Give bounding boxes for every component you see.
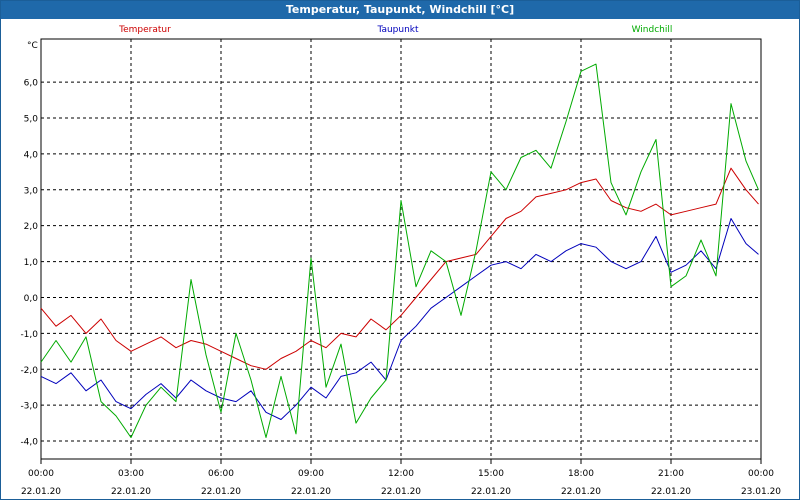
x-tick-date: 23.01.20 [741, 487, 781, 497]
y-tick-label: -1,0 [20, 330, 38, 340]
y-tick-label: 3,0 [24, 186, 39, 196]
chart-grid [41, 39, 761, 459]
legend-item-temperatur: Temperatur [118, 25, 171, 35]
x-tick-date: 22.01.20 [201, 487, 241, 497]
x-tick-time: 15:00 [478, 469, 504, 479]
y-tick-label: 0,0 [24, 294, 39, 304]
y-axis-label: °C [27, 41, 38, 51]
chart-window: Temperatur, Taupunkt, Windchill [°C] -4,… [0, 0, 800, 500]
x-tick-time: 21:00 [658, 469, 684, 479]
x-tick-time: 03:00 [118, 469, 144, 479]
x-tick-date: 22.01.20 [291, 487, 331, 497]
line-chart: -4,0 -3,0 -2,0 -1,0 0,0 1,0 2,0 3,0 4,0 5,0 6,0 00:… [20, 25, 781, 497]
y-tick-label: -3,0 [20, 402, 38, 412]
y-tick-label: 4,0 [24, 150, 39, 160]
x-tick-time: 18:00 [568, 469, 594, 479]
x-tick-date: 22.01.20 [471, 487, 511, 497]
y-tick-label: 2,0 [24, 222, 39, 232]
x-tick-date: 22.01.20 [21, 487, 61, 497]
window-title: Temperatur, Taupunkt, Windchill [°C] [1, 1, 799, 19]
x-tick-date: 22.01.20 [651, 487, 691, 497]
x-tick-time: 09:00 [298, 469, 324, 479]
x-tick-time: 06:00 [208, 469, 234, 479]
x-tick-date: 22.01.20 [381, 487, 421, 497]
legend-item-taupunkt: Taupunkt [376, 25, 419, 35]
legend-item-windchill: Windchill [632, 25, 673, 35]
x-tick-date: 22.01.20 [111, 487, 151, 497]
x-tick-time: 12:00 [388, 469, 414, 479]
y-tick-label: 6,0 [24, 79, 39, 89]
x-tick-time: 00:00 [28, 469, 54, 479]
x-tick-time: 00:00 [748, 469, 774, 479]
x-tick-date: 22.01.20 [561, 487, 601, 497]
y-tick-label: 5,0 [24, 114, 39, 124]
y-tick-label: -2,0 [20, 366, 38, 376]
chart-legend: Temperatur Taupunkt Windchill [118, 25, 672, 35]
y-tick-label: -4,0 [20, 438, 38, 448]
y-tick-label: 1,0 [24, 258, 39, 268]
